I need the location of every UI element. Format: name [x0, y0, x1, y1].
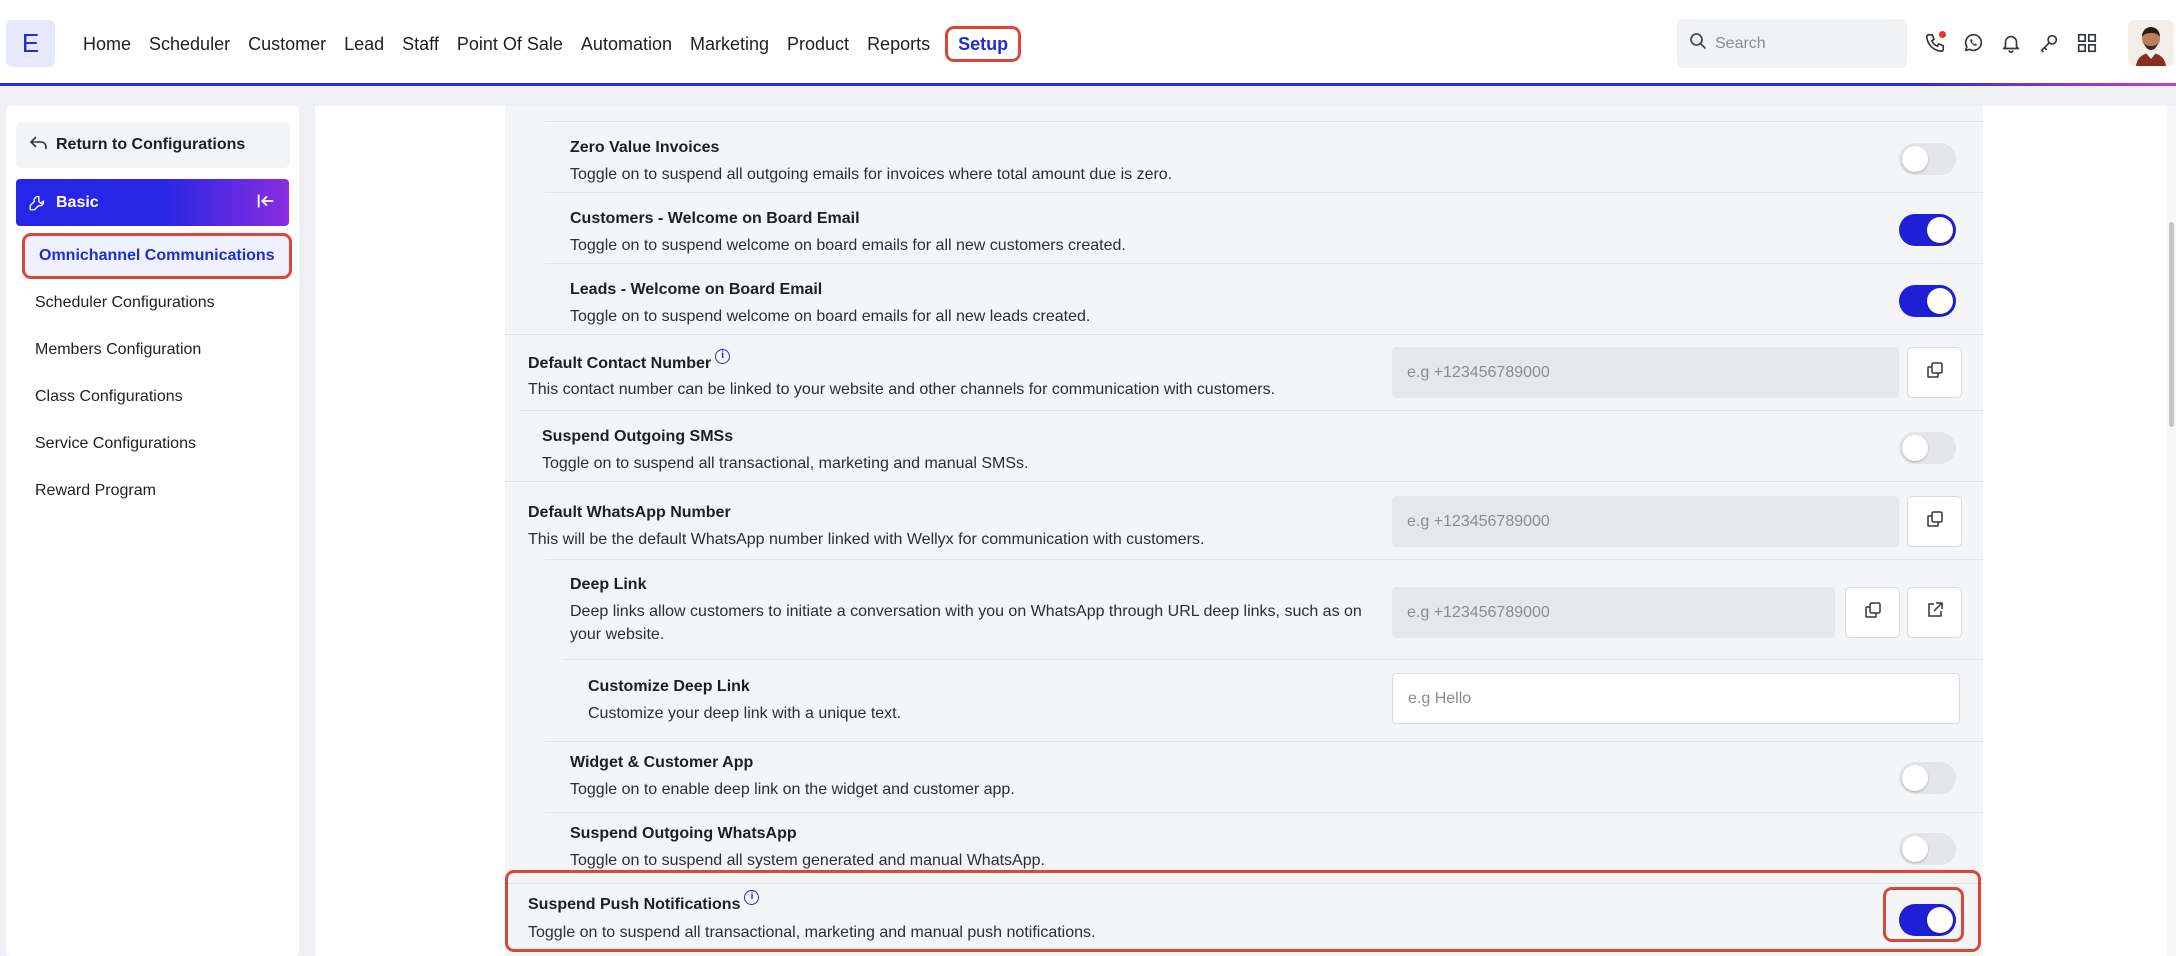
setting-suspend-outgoing-whatsapp: Suspend Outgoing WhatsApp Toggle on to s… — [545, 812, 1983, 883]
key-icon[interactable] — [2036, 26, 2062, 60]
nav-home[interactable]: Home — [74, 26, 140, 62]
main-nav: Home Scheduler Customer Lead Staff Point… — [74, 24, 1022, 64]
deep-link-input[interactable] — [1392, 587, 1835, 638]
setting-title: Zero Value Invoices — [570, 139, 720, 156]
global-search[interactable] — [1677, 19, 1907, 68]
zero-value-invoices-toggle[interactable] — [1899, 143, 1956, 175]
setting-suspend-push-notifications: Suspend Push Notifications i Toggle on to… — [505, 883, 1983, 956]
sidebar-item-class-configurations[interactable]: Class Configurations — [35, 388, 183, 406]
setting-leads-welcome-email: Leads - Welcome on Board Email Toggle on… — [545, 263, 1983, 334]
setting-description: Toggle on to suspend welcome on board em… — [570, 308, 1091, 325]
search-input[interactable] — [1715, 34, 1885, 53]
basic-section-header[interactable]: Basic — [16, 179, 289, 226]
setting-widget-customer-app: Widget & Customer App Toggle on to enabl… — [545, 741, 1983, 812]
copy-deep-link-button[interactable] — [1845, 587, 1900, 638]
suspend-outgoing-whatsapp-toggle[interactable] — [1899, 833, 1956, 865]
search-icon — [1689, 32, 1707, 55]
configuration-sidebar: Return to Configurations Basic Omnichann… — [6, 106, 299, 956]
phone-call-icon[interactable] — [1922, 26, 1948, 60]
nav-scheduler[interactable]: Scheduler — [140, 26, 239, 62]
leads-welcome-email-toggle[interactable] — [1899, 285, 1956, 317]
setting-deep-link: Deep Link Deep links allow customers to … — [545, 559, 1983, 659]
setting-title: Customers - Welcome on Board Email — [570, 210, 860, 227]
sidebar-item-scheduler-configurations[interactable]: Scheduler Configurations — [35, 294, 215, 312]
customize-deep-link-input[interactable] — [1392, 673, 1960, 724]
top-navigation-bar: E Home Scheduler Customer Lead Staff Poi… — [0, 0, 2176, 86]
back-arrow-icon — [29, 135, 48, 155]
setting-description: Toggle on to suspend welcome on board em… — [570, 237, 1126, 254]
sidebar-item-omnichannel-communications[interactable]: Omnichannel Communications — [22, 233, 292, 279]
info-icon[interactable]: i — [744, 890, 760, 905]
setting-zero-value-invoices: Zero Value Invoices Toggle on to suspend… — [545, 121, 1983, 192]
nav-lead[interactable]: Lead — [335, 26, 393, 62]
setting-title: Suspend Push Notifications i — [528, 890, 760, 914]
setting-description: Deep links allow customers to initiate a… — [570, 603, 1362, 643]
nav-point-of-sale[interactable]: Point Of Sale — [448, 26, 572, 62]
wrench-icon — [28, 194, 46, 212]
nav-automation[interactable]: Automation — [572, 26, 681, 62]
collapse-sidebar-icon[interactable] — [255, 190, 277, 217]
setting-title: Deep Link — [570, 576, 647, 593]
setting-description: Toggle on to suspend all outgoing emails… — [570, 166, 1173, 183]
nav-setup[interactable]: Setup — [945, 26, 1022, 62]
open-deep-link-button[interactable] — [1907, 587, 1962, 638]
default-whatsapp-number-input[interactable] — [1392, 496, 1899, 547]
copy-whatsapp-number-button[interactable] — [1907, 496, 1962, 547]
copy-icon — [1926, 361, 1944, 384]
setting-default-whatsapp-number: Default WhatsApp Number This will be the… — [505, 481, 1983, 559]
setting-description: Toggle on to suspend all transactional, … — [528, 924, 1096, 941]
setting-description: Customize your deep link with a unique t… — [588, 705, 902, 722]
setting-description: Toggle on to suspend all transactional, … — [542, 455, 1029, 472]
sidebar-item-members-configuration[interactable]: Members Configuration — [35, 341, 201, 359]
setting-title: Customize Deep Link — [588, 678, 750, 695]
nav-product[interactable]: Product — [778, 26, 858, 62]
setting-title: Widget & Customer App — [570, 754, 754, 771]
setting-title: Suspend Outgoing SMSs — [542, 428, 734, 445]
nav-reports[interactable]: Reports — [858, 26, 939, 62]
setting-customize-deep-link: Customize Deep Link Customize your deep … — [564, 659, 1983, 741]
copy-contact-number-button[interactable] — [1907, 347, 1962, 398]
setting-description: Toggle on to suspend all system generate… — [570, 852, 1045, 869]
suspend-outgoing-sms-toggle[interactable] — [1899, 432, 1956, 464]
suspend-push-notifications-toggle[interactable] — [1899, 904, 1956, 936]
header-actions — [1922, 26, 2100, 60]
return-to-configurations-button[interactable]: Return to Configurations — [16, 122, 290, 168]
basic-section-label: Basic — [56, 193, 99, 211]
external-link-icon — [1926, 601, 1944, 624]
page-scrollbar-thumb[interactable] — [2169, 222, 2174, 427]
app-logo[interactable]: E — [6, 20, 55, 67]
setting-suspend-outgoing-sms: Suspend Outgoing SMSs Toggle on to suspe… — [520, 410, 1983, 481]
setting-title: Default Contact Number i — [528, 349, 731, 373]
setting-customers-welcome-email: Customers - Welcome on Board Email Toggl… — [545, 192, 1983, 263]
setting-description: Toggle on to enable deep link on the wid… — [570, 781, 1015, 798]
copy-icon — [1864, 601, 1882, 624]
nav-customer[interactable]: Customer — [239, 26, 335, 62]
return-label: Return to Configurations — [56, 136, 246, 153]
setting-title: Default WhatsApp Number — [528, 504, 731, 521]
nav-staff[interactable]: Staff — [393, 26, 448, 62]
sidebar-item-service-configurations[interactable]: Service Configurations — [35, 435, 196, 453]
customers-welcome-email-toggle[interactable] — [1899, 214, 1956, 246]
setting-default-contact-number: Default Contact Number i This contact num… — [505, 334, 1983, 410]
info-icon[interactable]: i — [715, 349, 731, 364]
copy-icon — [1926, 510, 1944, 533]
whatsapp-icon[interactable] — [1960, 26, 1986, 60]
bell-icon[interactable] — [1998, 26, 2024, 60]
apps-grid-icon[interactable] — [2074, 26, 2100, 60]
default-contact-number-input[interactable] — [1392, 347, 1899, 398]
setting-title: Leads - Welcome on Board Email — [570, 281, 823, 298]
omnichannel-settings-panel: Zero Value Invoices Toggle on to suspend… — [505, 106, 1983, 956]
setting-title: Suspend Outgoing WhatsApp — [570, 825, 797, 842]
sidebar-item-reward-program[interactable]: Reward Program — [35, 482, 156, 500]
setting-description: This will be the default WhatsApp number… — [528, 531, 1205, 548]
user-avatar[interactable] — [2128, 20, 2174, 66]
nav-marketing[interactable]: Marketing — [681, 26, 778, 62]
widget-customer-app-toggle[interactable] — [1899, 762, 1956, 794]
header-divider — [0, 83, 2176, 86]
setting-description: This contact number can be linked to you… — [528, 381, 1276, 398]
